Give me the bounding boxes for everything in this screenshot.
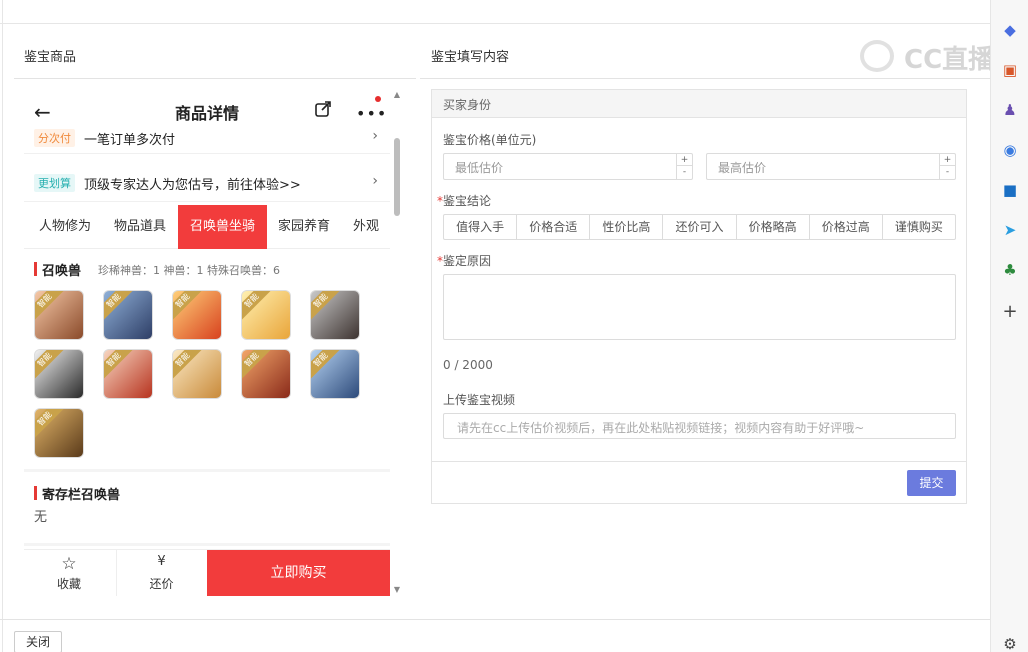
reason-char-count: 0 / 2000: [443, 358, 493, 372]
main-area: 鉴宝商品 鉴宝填写内容 CC直播 ← 商品详情 ••• 分次付 一笔订单多次付: [0, 0, 994, 652]
top-strip: [0, 0, 990, 24]
cc-watermark: CC直播: [860, 38, 1000, 75]
submit-button[interactable]: 提交: [907, 470, 956, 496]
category-tabs: 人物修为 物品道具 召唤兽坐骑 家园养育 外观: [24, 205, 390, 249]
video-label: 上传鉴宝视频: [443, 393, 516, 407]
add-icon[interactable]: +: [1000, 302, 1020, 322]
pet-thumbnail[interactable]: 智能: [34, 408, 84, 458]
close-button[interactable]: 关闭: [14, 631, 62, 652]
decrement-icon[interactable]: -: [677, 166, 692, 178]
cc-logo-icon: [860, 40, 894, 72]
bottom-action-bar: ☆ 收藏 ¥ 还价 立即购买: [24, 549, 390, 596]
yen-icon: ¥: [157, 554, 166, 569]
promo-tag: 分次付: [34, 129, 75, 147]
tab-home[interactable]: 家园养育: [272, 205, 336, 249]
pet-thumbnail[interactable]: 智能: [310, 290, 360, 340]
conclusion-option[interactable]: 价格过高: [810, 215, 883, 239]
promo-text: 顶级专家达人为您估号，前往体验>>: [84, 178, 301, 193]
summon-stats: 珍稀神兽：1 神兽：1 特殊召唤兽：6: [98, 264, 280, 277]
right-sidebar: ◆ ▣ ♟ ◉ ■ ➤ ♣ + ⚙: [990, 0, 1028, 652]
video-link-input[interactable]: 请先在cc上传估价视频后，再在此处粘贴视频链接；视频内容有助于好评哦~: [443, 413, 956, 439]
scroll-up-icon[interactable]: ▲: [392, 90, 402, 99]
conclusion-option[interactable]: 谨慎购买: [883, 215, 955, 239]
chevron-right-icon: ›: [372, 173, 378, 189]
appraisal-form: 买家身份 鉴宝价格(单位元) 最低估价 + - 最高估价 + - *鉴宝结论 值…: [431, 89, 967, 504]
pet-thumbnail[interactable]: 智能: [103, 349, 153, 399]
promo-tag: 更划算: [34, 174, 75, 192]
conclusion-label: *鉴宝结论: [437, 194, 492, 208]
buy-now-button[interactable]: 立即购买: [207, 550, 390, 596]
pet-thumbnail[interactable]: 智能: [241, 290, 291, 340]
promo-appraisal[interactable]: 更划算 顶级专家达人为您估号，前往体验>> ›: [24, 164, 390, 202]
send-icon[interactable]: ➤: [1000, 220, 1020, 240]
pet-thumbnail[interactable]: 智能: [34, 349, 84, 399]
scroll-down-icon[interactable]: ▼: [392, 585, 402, 594]
storage-value: 无: [34, 510, 48, 525]
tree-icon[interactable]: ♣: [1000, 260, 1020, 280]
max-price-input[interactable]: 最高估价 + -: [706, 153, 956, 180]
conclusion-option[interactable]: 值得入手: [444, 215, 518, 239]
star-icon: ☆: [61, 554, 77, 574]
share-icon[interactable]: [314, 100, 332, 118]
product-preview[interactable]: ← 商品详情 ••• 分次付 一笔订单多次付 › 更划算 顶级专家达人为您估号，…: [24, 88, 390, 596]
gear-icon[interactable]: ⚙: [1000, 634, 1020, 652]
preview-scrollbar[interactable]: ▲ ▼: [392, 90, 402, 594]
left-panel-title: 鉴宝商品: [24, 50, 77, 65]
tab-items[interactable]: 物品道具: [106, 205, 174, 249]
page: 鉴宝商品 鉴宝填写内容 CC直播 ← 商品详情 ••• 分次付 一笔订单多次付: [0, 0, 1028, 652]
tab-appearance[interactable]: 外观: [346, 205, 386, 249]
tab-summons[interactable]: 召唤兽坐骑: [178, 205, 267, 249]
pet-thumbnail[interactable]: 智能: [34, 290, 84, 340]
min-price-input[interactable]: 最低估价 + -: [443, 153, 693, 180]
storage-title: 寄存栏召唤兽: [42, 488, 121, 503]
outlook-icon[interactable]: ■: [1000, 180, 1020, 200]
notification-dot: [375, 96, 381, 102]
promo-text: 一笔订单多次付: [84, 133, 176, 148]
conclusion-option[interactable]: 价格合适: [517, 215, 591, 239]
summon-title: 召唤兽: [42, 264, 82, 279]
reason-label: *鉴定原因: [437, 254, 492, 268]
increment-icon[interactable]: +: [940, 154, 955, 166]
price-label: 鉴宝价格(单位元): [443, 133, 537, 147]
chevron-right-icon: ›: [372, 128, 378, 144]
conclusion-option[interactable]: 还价可入: [663, 215, 737, 239]
conclusion-option[interactable]: 价格略高: [737, 215, 810, 239]
pet-thumbnail[interactable]: 智能: [172, 290, 222, 340]
tag-icon[interactable]: ◆: [1000, 20, 1020, 40]
reason-textarea[interactable]: [443, 274, 956, 340]
bargain-button[interactable]: ¥ 还价: [116, 550, 206, 596]
form-header: 买家身份: [432, 90, 966, 118]
tab-character[interactable]: 人物修为: [32, 205, 98, 249]
briefcase-icon[interactable]: ▣: [1000, 60, 1020, 80]
conclusion-options: 值得入手 价格合适 性价比高 还价可入 价格略高 价格过高 谨慎购买: [443, 214, 956, 240]
pet-thumbnail[interactable]: 智能: [103, 290, 153, 340]
promo-installment[interactable]: 分次付 一笔订单多次付 ›: [24, 122, 390, 154]
nav-title: 商品详情: [174, 104, 239, 123]
increment-icon[interactable]: +: [677, 154, 692, 166]
people-icon[interactable]: ♟: [1000, 100, 1020, 120]
decrement-icon[interactable]: -: [940, 166, 955, 178]
pet-thumbnail[interactable]: 智能: [241, 349, 291, 399]
copilot-icon[interactable]: ◉: [1000, 140, 1020, 160]
more-icon[interactable]: •••: [356, 104, 387, 123]
pet-thumbnail[interactable]: 智能: [172, 349, 222, 399]
right-panel-title: 鉴宝填写内容: [431, 50, 510, 65]
conclusion-option[interactable]: 性价比高: [590, 215, 664, 239]
favorite-button[interactable]: ☆ 收藏: [24, 550, 114, 596]
scroll-thumb[interactable]: [394, 138, 400, 216]
pet-thumbnail[interactable]: 智能: [310, 349, 360, 399]
